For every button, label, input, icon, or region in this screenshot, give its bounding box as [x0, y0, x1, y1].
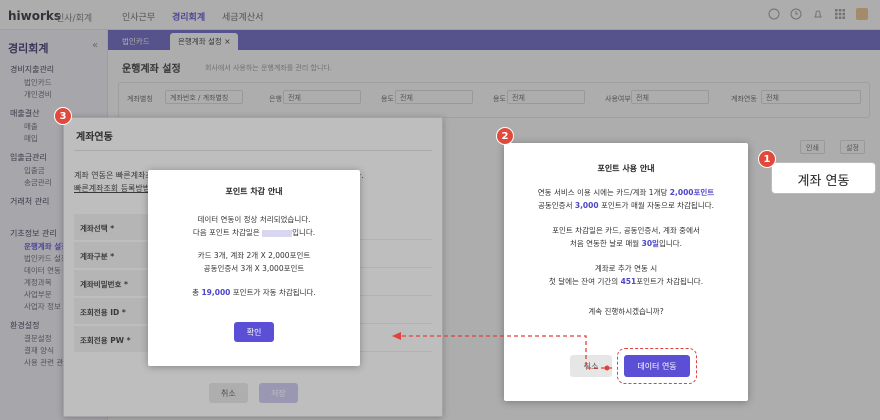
flow-arrows	[392, 332, 612, 371]
flow-arrow	[400, 335, 612, 369]
arrow-start-dot	[604, 365, 610, 371]
arrow-head-icon	[392, 332, 401, 340]
